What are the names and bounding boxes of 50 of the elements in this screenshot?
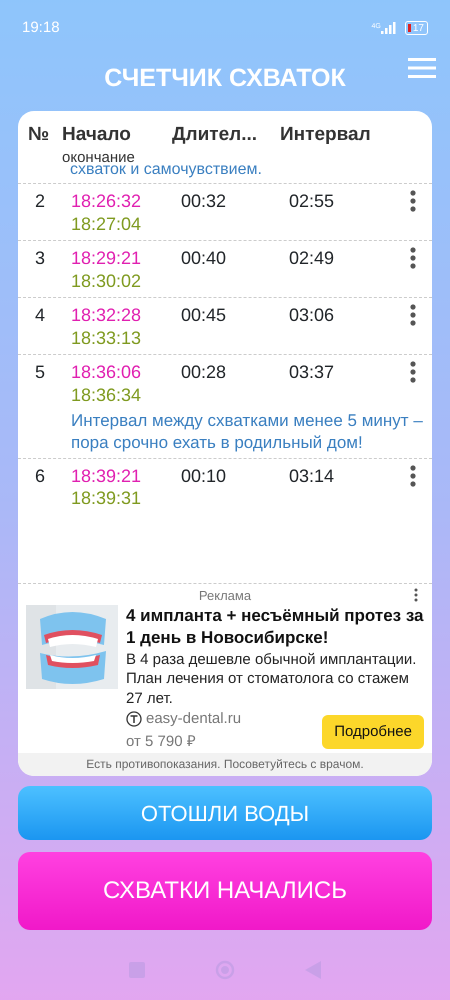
end-time: 18:30:02 <box>71 270 142 292</box>
battery-indicator: 17 <box>404 21 428 35</box>
more-icon[interactable] <box>410 464 416 487</box>
duration-cell-text: 00:10 <box>181 464 228 488</box>
end-time: 18:36:34 <box>71 384 142 406</box>
ad-title: 4 импланта + несъёмный протез за 1 день в Новосибирске! <box>126 605 424 650</box>
interval-cell-text: 02:49 <box>289 247 336 270</box>
row-number: 5 <box>35 361 46 384</box>
column-header: Начало <box>62 123 132 147</box>
details-button[interactable]: Подробнее <box>322 714 424 749</box>
clock-time: 19:18 <box>22 18 60 38</box>
more-icon[interactable] <box>410 247 416 270</box>
more-icon[interactable] <box>410 190 416 212</box>
more-icon[interactable] <box>414 588 418 602</box>
duration-cell-text: 00:45 <box>181 304 228 328</box>
interval-cell-text: 02:55 <box>289 190 336 214</box>
end-time: 18:27:04 <box>71 212 142 236</box>
interval-cell-text: 03:06 <box>289 304 336 328</box>
duration-cell-text: 00:40 <box>181 247 228 270</box>
start-time: 18:32:28 <box>71 304 142 327</box>
column-header: № <box>28 123 50 147</box>
start-time: 18:36:06 <box>71 361 142 384</box>
row-number: 2 <box>35 190 46 214</box>
signal-icon <box>380 22 397 34</box>
t-logo-icon <box>126 711 142 728</box>
more-icon[interactable] <box>410 304 416 326</box>
end-time: 18:39:31 <box>71 487 142 510</box>
ad-label: Реклама <box>198 586 252 605</box>
ad-price: от 5 790 ₽ <box>126 732 197 752</box>
app-title: СЧЕТЧИК СХВАТОК <box>104 63 346 94</box>
row-number: 4 <box>35 304 46 328</box>
waters-broke-button[interactable]: ОТОШЛИ ВОДЫ <box>18 786 432 840</box>
start-time: 18:29:21 <box>71 247 142 270</box>
column-header: Интервал <box>280 123 372 147</box>
disclaimer-text: Есть противопоказания. Посоветуйтесь с врачом. <box>18 753 432 776</box>
warning-note: Интервал между схватками менее 5 минут – пора срочно ехать в родильный дом! <box>70 410 424 453</box>
start-time: 18:39:21 <box>71 464 142 488</box>
duration-cell-text: 00:32 <box>181 190 228 214</box>
row-number: 6 <box>35 464 46 488</box>
end-time: 18:33:13 <box>71 326 142 350</box>
interval-cell-text: 03:37 <box>289 361 336 384</box>
start-time: 18:26:32 <box>71 190 142 213</box>
contractions-started-button[interactable]: СХВАТКИ НАЧАЛИСЬ <box>18 852 432 930</box>
more-icon[interactable] <box>410 361 416 384</box>
ad-domain: easy-dental.ru <box>146 709 242 729</box>
duration-cell-text: 00:28 <box>181 361 228 384</box>
interval-cell-text: 03:14 <box>289 464 336 488</box>
column-header: Длител... <box>172 123 258 147</box>
ad-description: В 4 раза дешевле обычной имплантации. План лечения от стоматолога со стажем 27 лет. <box>126 650 418 708</box>
row-number: 3 <box>35 247 46 270</box>
